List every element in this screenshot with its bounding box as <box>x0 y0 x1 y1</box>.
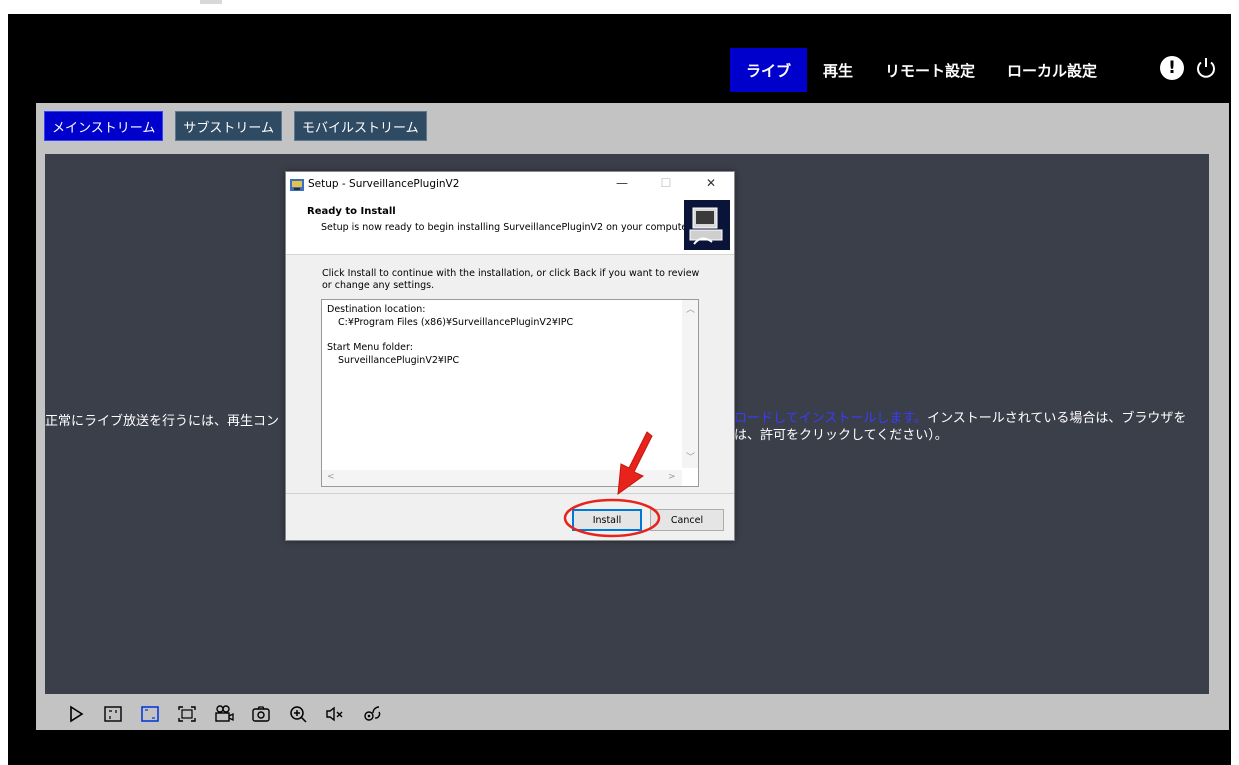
annotation-ellipse <box>563 498 661 538</box>
annotation-arrow <box>617 431 653 496</box>
annotation-overlay <box>563 431 661 538</box>
